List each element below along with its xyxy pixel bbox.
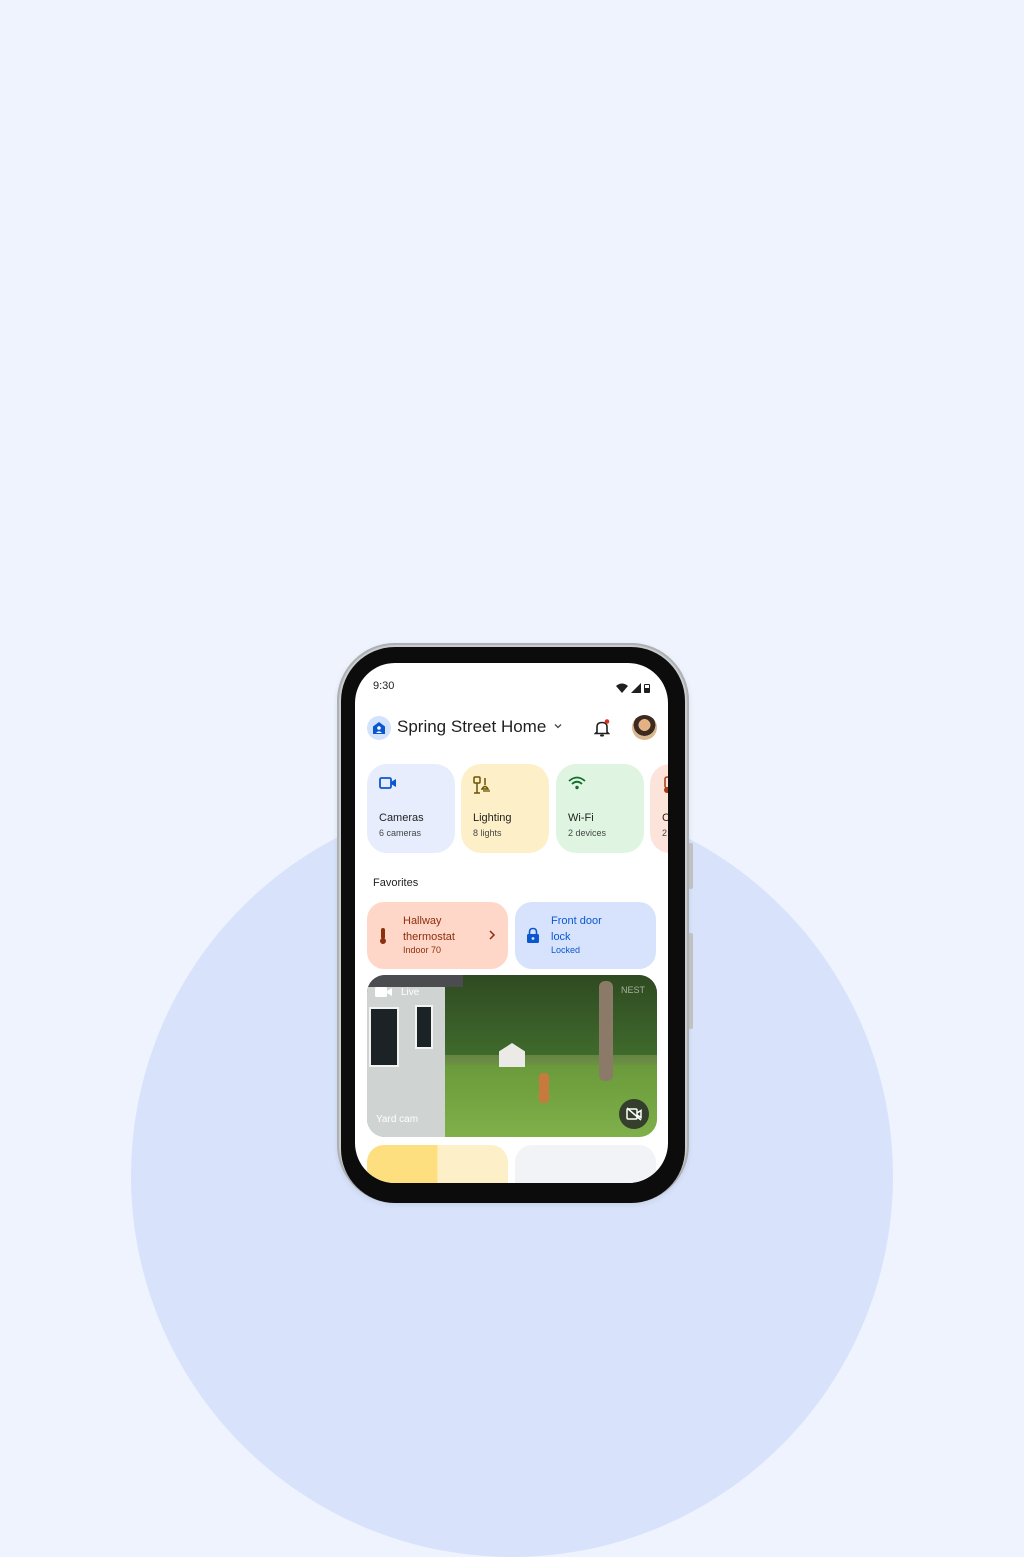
tile-label: Lighting	[473, 812, 512, 824]
wifi-status-icon	[616, 683, 628, 693]
chevron-down-icon[interactable]	[553, 721, 563, 731]
notification-bell-icon[interactable]	[594, 719, 610, 737]
live-indicator: Live	[375, 986, 419, 998]
favorite-front-door-lock[interactable]: Front door lock Locked	[515, 902, 656, 969]
camera-scene-house	[367, 975, 445, 1137]
tile-label: Cameras	[379, 812, 424, 824]
tile-label: Wi-Fi	[568, 812, 594, 824]
thermometer-icon	[380, 928, 386, 944]
favorite-title-line1: Front door	[551, 915, 602, 927]
home-selector-title[interactable]: Spring Street Home	[397, 717, 546, 737]
favorite-title-line2: lock	[551, 931, 571, 943]
thermometer-icon	[664, 776, 668, 793]
camera-off-button[interactable]	[619, 1099, 649, 1129]
tile-lighting[interactable]: Lighting 8 lights	[461, 764, 549, 853]
home-icon[interactable]	[367, 716, 391, 740]
favorite-title-line2: thermostat	[403, 931, 455, 943]
chevron-right-icon[interactable]	[488, 930, 496, 940]
lamp-icon	[473, 776, 490, 794]
camera-name: Yard cam	[376, 1114, 419, 1125]
phone-screen: 9:30 Spring Street Home Cameras 6 camera…	[355, 663, 668, 1183]
signal-icon	[631, 683, 641, 693]
tile-cameras[interactable]: Cameras 6 cameras	[367, 764, 455, 853]
camera-scene-tree	[599, 981, 613, 1081]
tile-label: C	[662, 812, 668, 824]
favorite-status: Indoor 70	[403, 945, 442, 955]
camera-scene-dog	[539, 1073, 549, 1103]
favorites-heading: Favorites	[373, 877, 419, 889]
tile-wifi[interactable]: Wi-Fi 2 devices	[556, 764, 644, 853]
camera-scene-window	[415, 1005, 433, 1049]
live-label: Live	[401, 986, 420, 998]
battery-icon	[644, 684, 650, 693]
wifi-icon	[568, 776, 586, 790]
favorite-status: Locked	[551, 945, 581, 955]
tile-sublabel: 2	[662, 828, 668, 838]
favorite-hallway-thermostat[interactable]: Hallway thermostat Indoor 70	[367, 902, 508, 969]
app-header: Spring Street Home	[367, 715, 657, 741]
camera-scene-window	[369, 1007, 399, 1067]
power-button	[689, 843, 693, 889]
video-off-icon	[626, 1107, 642, 1121]
camera-icon	[379, 777, 396, 789]
user-avatar[interactable]	[632, 715, 657, 740]
bottom-card-left[interactable]	[367, 1145, 508, 1183]
camera-watermark: NEST	[620, 985, 645, 995]
volume-button	[689, 933, 693, 1029]
tile-sublabel: 8 lights	[473, 828, 502, 838]
status-icons	[616, 683, 650, 693]
camera-feed-yard[interactable]: Live NEST Yard cam	[367, 975, 657, 1137]
bottom-card-right[interactable]	[515, 1145, 656, 1183]
tile-sublabel: 6 cameras	[379, 828, 422, 838]
category-tiles: Cameras 6 cameras Lighting 8 lights Wi-F…	[367, 764, 668, 854]
tile-climate[interactable]: C 2	[650, 764, 668, 853]
lock-icon	[527, 927, 539, 943]
favorite-title-line1: Hallway	[403, 915, 442, 927]
status-time: 9:30	[373, 680, 395, 692]
tile-sublabel: 2 devices	[568, 828, 607, 838]
video-camera-icon	[375, 987, 392, 997]
